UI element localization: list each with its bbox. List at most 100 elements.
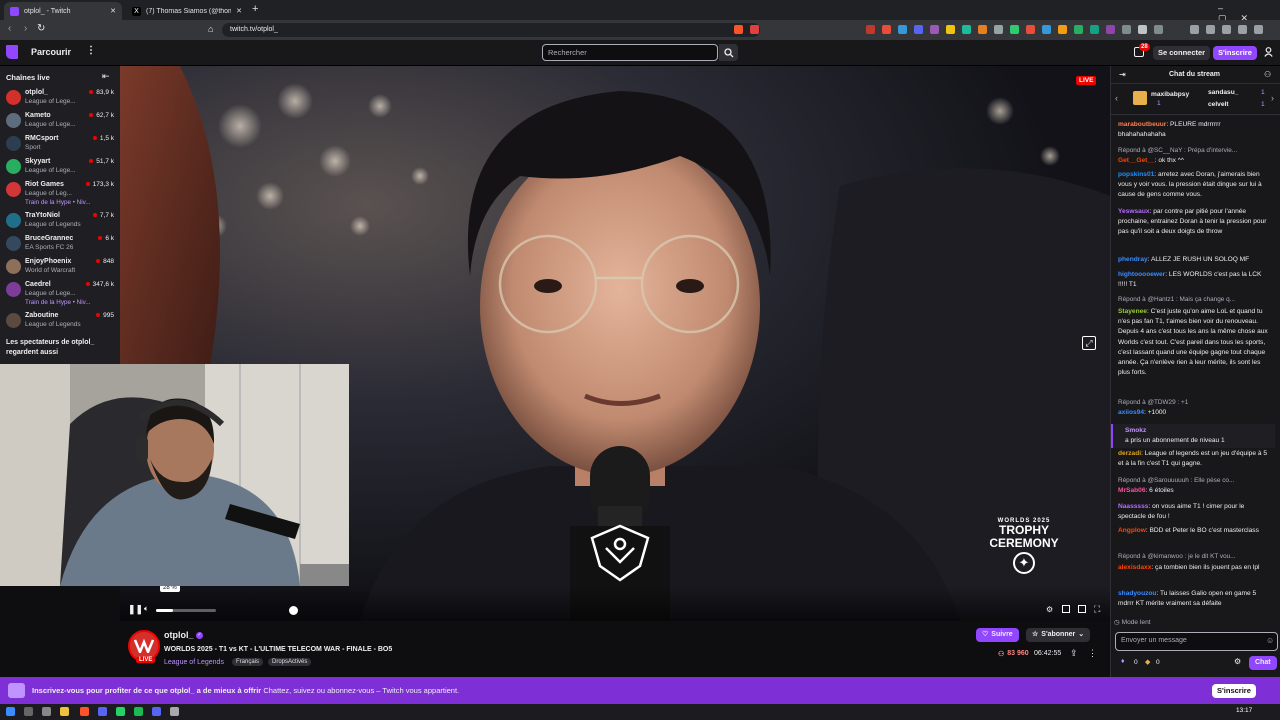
channel-name[interactable]: otplol_ xyxy=(164,630,194,640)
extension-icon[interactable] xyxy=(930,25,939,34)
brave-browser-icon[interactable] xyxy=(80,707,89,716)
discord-icon[interactable] xyxy=(98,707,107,716)
extension-icon[interactable] xyxy=(914,25,923,34)
chat-username[interactable]: Yeswsaux xyxy=(1118,208,1150,215)
app-icon[interactable] xyxy=(152,707,161,716)
extension-icon[interactable] xyxy=(866,25,875,34)
url-field[interactable]: twitch.tv/otplol_ xyxy=(222,23,760,37)
extension-icon[interactable] xyxy=(1106,25,1115,34)
banner-signup-button[interactable]: S'inscrire xyxy=(1212,684,1256,698)
chevron-right-icon[interactable]: › xyxy=(1271,93,1274,103)
vpn-icon[interactable] xyxy=(1238,25,1247,34)
sidebar-channel[interactable]: Kameto League of Lege... 62,7 k xyxy=(0,110,120,132)
chat-username[interactable]: alexisdaxx xyxy=(1118,564,1151,571)
user-icon[interactable] xyxy=(1264,47,1273,57)
sidebar-channel[interactable]: RMCsport Sport 1,5 k xyxy=(0,133,120,155)
volume-knob[interactable] xyxy=(288,606,298,615)
spotify-icon[interactable] xyxy=(134,707,143,716)
twitch-logo-icon[interactable] xyxy=(6,45,18,59)
chat-username[interactable]: axiios94 xyxy=(1118,409,1144,416)
chat-username[interactable]: popskins01 xyxy=(1118,171,1154,178)
extension-icon[interactable] xyxy=(1074,25,1083,34)
browser-tab-x[interactable]: X (7) Thomas Siamos (@thomassiamos ✕ xyxy=(126,2,248,20)
emote-picker-icon[interactable]: ☺ xyxy=(1266,636,1274,645)
sub-user[interactable]: Smokz xyxy=(1125,427,1146,434)
extension-icon[interactable] xyxy=(1090,25,1099,34)
category-link[interactable]: League of Legends xyxy=(164,659,224,666)
chat-username[interactable]: derzadi xyxy=(1118,450,1141,457)
extension-icon[interactable] xyxy=(1122,25,1131,34)
search-input[interactable]: Rechercher xyxy=(542,44,718,61)
extension-icon[interactable] xyxy=(1042,25,1051,34)
forward-icon[interactable]: › xyxy=(24,23,27,34)
chat-username[interactable]: Angplow xyxy=(1118,527,1146,534)
chat-username[interactable]: shadyouzou xyxy=(1118,590,1156,597)
search-button[interactable] xyxy=(719,44,738,61)
chat-username[interactable]: Stayenee xyxy=(1118,308,1147,315)
extension-icon[interactable] xyxy=(1138,25,1147,34)
back-icon[interactable]: ‹ xyxy=(8,23,11,34)
clip-icon[interactable]: ⤢ xyxy=(1082,336,1096,350)
extension-icon[interactable] xyxy=(994,25,1003,34)
extension-icon[interactable] xyxy=(1010,25,1019,34)
chat-username[interactable]: hightooooewer xyxy=(1118,271,1165,278)
reload-icon[interactable]: ↻ xyxy=(37,23,45,34)
chevron-left-icon[interactable]: ‹ xyxy=(1115,93,1118,103)
brave-shield-icon[interactable] xyxy=(734,25,743,34)
more-options-icon[interactable]: ⋮ xyxy=(1088,648,1097,659)
bookmark-icon[interactable]: ⌂ xyxy=(208,24,213,34)
signup-button[interactable]: S'inscrire xyxy=(1213,46,1257,60)
volume-icon[interactable]: 🔈︎ xyxy=(144,604,149,614)
sidebar-channel[interactable]: Caedrel League of Lege... 347,6 k Train de … xyxy=(0,279,120,306)
chat-username[interactable]: maraboutbeuur xyxy=(1118,121,1166,128)
subscribe-button[interactable]: ☆ S'abonner ⌄ xyxy=(1026,628,1091,642)
miniplayer-icon[interactable] xyxy=(1062,605,1070,613)
collapse-chat-icon[interactable]: ⇥ xyxy=(1119,70,1126,79)
theatre-mode-icon[interactable] xyxy=(1078,605,1086,613)
channel-points-icon[interactable]: ♦ xyxy=(1121,658,1125,665)
share-icon[interactable]: ⇪ xyxy=(1070,648,1078,659)
tag-language[interactable]: Français xyxy=(232,658,264,666)
collapse-sidebar-icon[interactable]: ⇤ xyxy=(102,71,110,82)
browser-tab-twitch[interactable]: otplol_ - Twitch ✕ xyxy=(4,2,122,20)
media-icon[interactable] xyxy=(1190,25,1199,34)
extension-icon[interactable] xyxy=(1058,25,1067,34)
fullscreen-icon[interactable]: ⛶ xyxy=(1094,604,1100,615)
tag-drops[interactable]: DropsActivés xyxy=(268,658,312,666)
extension-icon[interactable] xyxy=(898,25,907,34)
chat-settings-icon[interactable]: ⚙ xyxy=(1234,657,1241,666)
sidebar-channel[interactable]: Zaboutine League of Legends 995 xyxy=(0,310,120,332)
brave-rewards-icon[interactable] xyxy=(750,25,759,34)
close-tab-icon[interactable]: ✕ xyxy=(236,7,242,15)
login-button[interactable]: Se connecter xyxy=(1153,46,1211,60)
chat-send-button[interactable]: Chat xyxy=(1249,656,1277,670)
sidebar-channel[interactable]: otplol_ League of Lege... 83,9 k xyxy=(0,87,120,109)
bits-icon[interactable]: ◆ xyxy=(1145,658,1150,666)
sidebar-toggle-icon[interactable] xyxy=(1206,25,1215,34)
extension-icon[interactable] xyxy=(882,25,891,34)
sidebar-channel[interactable]: EnjoyPhoenix World of Warcraft 848 xyxy=(0,256,120,278)
whatsapp-icon[interactable] xyxy=(116,707,125,716)
browse-link[interactable]: Parcourir xyxy=(31,47,71,57)
windows-start-icon[interactable] xyxy=(6,707,15,716)
sidebar-channel[interactable]: BruceGrannec EA Sports FC 26 6 k xyxy=(0,233,120,255)
sidebar-channel[interactable]: Skyyart League of Lege... 51,7 k xyxy=(0,156,120,178)
sidebar-channel[interactable]: Riot Games League of Leg... 173,3 k Train d… xyxy=(0,179,120,206)
users-icon[interactable]: ⚇ xyxy=(1264,70,1271,79)
browser-menu-icon[interactable] xyxy=(1254,25,1263,34)
wallet-icon[interactable] xyxy=(1222,25,1231,34)
extensions-menu-icon[interactable] xyxy=(1154,25,1163,34)
chat-username[interactable]: Naasssss xyxy=(1118,503,1148,510)
extension-icon[interactable] xyxy=(946,25,955,34)
file-explorer-icon[interactable] xyxy=(60,707,69,716)
more-menu-icon[interactable]: ⋮ xyxy=(86,45,96,56)
app-icon[interactable] xyxy=(170,707,179,716)
extension-icon[interactable] xyxy=(978,25,987,34)
taskbar-search-icon[interactable] xyxy=(24,707,33,716)
volume-slider[interactable] xyxy=(156,609,216,612)
settings-gear-icon[interactable]: ⚙ xyxy=(1046,605,1053,614)
close-tab-icon[interactable]: ✕ xyxy=(110,7,116,15)
task-view-icon[interactable] xyxy=(42,707,51,716)
sidebar-channel[interactable]: TraYtoNiol League of Legends 7,7 k xyxy=(0,210,120,232)
extension-icon[interactable] xyxy=(1026,25,1035,34)
